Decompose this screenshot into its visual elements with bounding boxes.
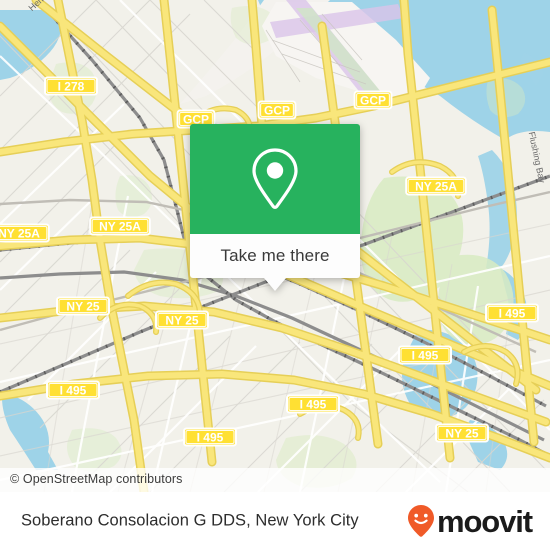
road-shield-label: I 495 <box>60 383 87 397</box>
road-shield[interactable]: I 495 <box>286 394 340 414</box>
road-shield-label: NY 25A <box>0 226 40 240</box>
road-shield-label: NY 25 <box>445 426 478 440</box>
road-shield[interactable]: NY 25A <box>0 223 50 243</box>
road-shield[interactable]: I 495 <box>398 345 452 365</box>
road-shield-label: I 278 <box>58 79 85 93</box>
take-me-there-label: Take me there <box>220 246 330 265</box>
location-title: Soberano Consolacion G DDS, New York Cit… <box>21 511 359 530</box>
map-pin-icon <box>252 148 298 209</box>
road-shield-label: I 495 <box>197 430 224 444</box>
road-shield[interactable]: I 495 <box>46 380 100 400</box>
road-shield[interactable]: NY 25A <box>405 176 467 196</box>
road-shield-label: NY 25A <box>415 179 457 193</box>
osm-attribution[interactable]: © OpenStreetMap contributors <box>10 472 183 486</box>
moovit-wordmark: moovit <box>436 503 533 539</box>
popup-pointer <box>264 278 286 291</box>
road-shield-label: NY 25 <box>165 313 198 327</box>
moovit-logo[interactable]: moovit <box>406 503 533 539</box>
road-shield[interactable]: NY 25 <box>56 296 110 316</box>
road-shield[interactable]: NY 25 <box>155 310 209 330</box>
road-shield[interactable]: I 278 <box>44 76 98 96</box>
road-shield[interactable]: I 495 <box>485 303 539 323</box>
road-shield[interactable]: I 495 <box>183 427 237 447</box>
road-shield[interactable]: GCP <box>353 90 393 110</box>
road-shield[interactable]: NY 25A <box>89 216 151 236</box>
road-shield-label: I 495 <box>300 397 327 411</box>
popup-action-area[interactable]: Take me there <box>190 234 360 278</box>
moovit-smiley-pin-icon <box>407 505 434 537</box>
moovit-map-screen: Hen Flushing Bay I 278 GCP GCP GCP NY 25A NY 2… <box>0 0 550 550</box>
popup-image-area <box>190 124 360 234</box>
road-shield-label: NY 25A <box>99 219 141 233</box>
location-popup-card[interactable]: Take me there <box>190 124 360 291</box>
road-shield-label: NY 25 <box>66 299 99 313</box>
road-shield-label: GCP <box>264 103 290 117</box>
footer-bar: Soberano Consolacion G DDS, New York Cit… <box>0 492 550 550</box>
road-shield-label: I 495 <box>412 348 439 362</box>
road-shield-label: I 495 <box>499 306 526 320</box>
road-shield-label: GCP <box>360 93 386 107</box>
road-shield[interactable]: NY 25 <box>435 423 489 443</box>
road-shield[interactable]: GCP <box>257 100 297 120</box>
